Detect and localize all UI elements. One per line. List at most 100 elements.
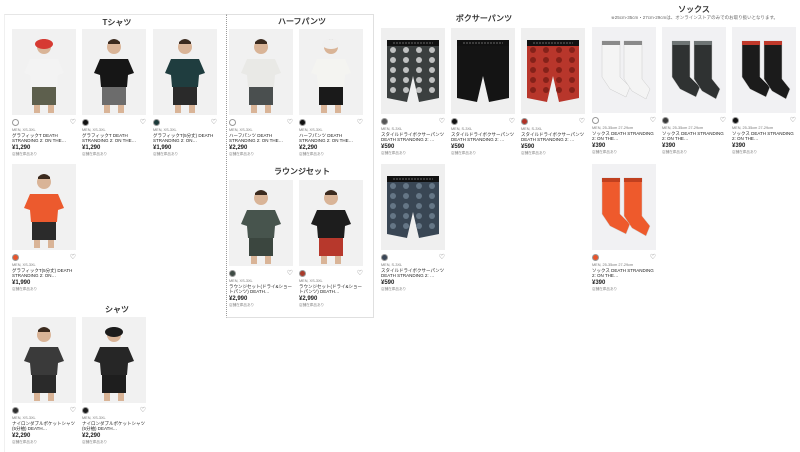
product-name[interactable]: ハーフパンツ DEATH STRANDING 2: ON THE… [299,133,363,144]
favorite-heart-icon[interactable]: ♡ [70,119,76,126]
color-swatch[interactable] [229,269,236,277]
product-card-tshirts[interactable]: ♡ MEN, XS-3XL グラフィックT DEATH STRANDING 2:… [82,29,146,157]
color-swatch[interactable] [299,269,306,277]
favorite-heart-icon[interactable]: ♡ [579,118,585,125]
favorite-heart-icon[interactable]: ♡ [720,117,726,124]
color-swatch[interactable] [12,118,19,126]
favorite-heart-icon[interactable]: ♡ [140,119,146,126]
color-swatch[interactable] [732,116,739,124]
color-swatch[interactable] [153,118,160,126]
color-swatch[interactable] [82,118,89,126]
color-swatch[interactable] [521,117,528,125]
product-card-socks[interactable]: ♡ MEN, 25-35cm 27-29cm ソックス DEATH STRAND… [662,27,726,155]
card-meta-row: ♡ [662,116,726,124]
color-swatch[interactable] [451,117,458,125]
card-meta-row: ♡ [381,117,445,125]
product-image[interactable] [299,29,363,115]
favorite-heart-icon[interactable]: ♡ [439,118,445,125]
product-name[interactable]: グラフィックT(5分丈) DEATH STRANDING 2: ON… [12,268,76,279]
product-card-boxers[interactable]: ♡ MEN, S-3XL スタイルドライボクサーパンツ DEATH STRAND… [381,28,445,156]
favorite-heart-icon[interactable]: ♡ [790,117,796,124]
product-image[interactable] [12,29,76,115]
product-card-tshirts[interactable]: ♡ MEN, XS-3XL グラフィックT(5分丈) DEATH STRANDI… [153,29,217,157]
product-image[interactable] [381,164,445,250]
product-name[interactable]: グラフィックT DEATH STRANDING 2: ON THE… [12,133,76,144]
favorite-heart-icon[interactable]: ♡ [140,407,146,414]
product-card-tshirts[interactable]: ♡ MEN, XS-3XL グラフィックT DEATH STRANDING 2:… [12,29,76,157]
product-image[interactable] [732,27,796,113]
product-image[interactable] [299,180,363,266]
product-price: ¥2,290 [229,145,248,151]
product-card-boxers[interactable]: ♡ MEN, S-3XL スタイルドライボクサーパンツ DEATH STRAND… [381,164,445,292]
favorite-heart-icon[interactable]: ♡ [439,254,445,261]
stock-note: 店舗在庫品あり [82,440,108,444]
product-image[interactable] [12,317,76,403]
product-name[interactable]: ソックス DEATH STRANDING 2: ON THE… [732,131,796,142]
product-name[interactable]: スタイルドライボクサーパンツ DEATH STRANDING 2: … [381,132,445,143]
product-card-shirts[interactable]: ♡ MEN, XS-3XL ナイロンダブルポケットシャツ(5分袖) DEATH…… [82,317,146,445]
product-image[interactable] [381,28,445,114]
product-image[interactable] [451,28,515,114]
favorite-heart-icon[interactable]: ♡ [357,119,363,126]
product-card-shorts[interactable]: ♡ MEN, XS-3XL ハーフパンツ DEATH STRANDING 2: … [229,29,293,157]
color-swatch[interactable] [381,253,388,261]
favorite-heart-icon[interactable]: ♡ [287,119,293,126]
favorite-heart-icon[interactable]: ♡ [70,407,76,414]
product-price: ¥590 [451,144,465,150]
card-meta-row: ♡ [299,118,363,126]
product-name[interactable]: ラウンジセット(ドライ&ショートパンツ) DEATH… [229,284,293,295]
color-swatch[interactable] [12,253,19,261]
favorite-heart-icon[interactable]: ♡ [650,254,656,261]
product-image[interactable] [229,29,293,115]
product-name[interactable]: ナイロンダブルポケットシャツ(5分袖) DEATH… [12,421,76,432]
product-image[interactable] [521,28,585,114]
color-swatch[interactable] [299,118,306,126]
favorite-heart-icon[interactable]: ♡ [650,117,656,124]
product-price: ¥2,990 [299,296,318,302]
favorite-heart-icon[interactable]: ♡ [287,270,293,277]
product-card-lounge[interactable]: ♡ MEN, XS-3XL ラウンジセット(ドライ&ショートパンツ) DEATH… [299,180,363,308]
product-name[interactable]: ソックス DEATH STRANDING 2: ON THE… [592,131,656,142]
product-card-tshirts[interactable]: ♡ MEN, XS-3XL グラフィックT(5分丈) DEATH STRANDI… [12,164,76,292]
product-name[interactable]: スタイルドライボクサーパンツ DEATH STRANDING 2: … [381,268,445,279]
color-swatch[interactable] [12,406,19,414]
product-name[interactable]: ラウンジセット(ドライ&ショートパンツ) DEATH… [299,284,363,295]
product-image[interactable] [12,164,76,250]
favorite-heart-icon[interactable]: ♡ [211,119,217,126]
color-swatch[interactable] [662,116,669,124]
product-name[interactable]: グラフィックT DEATH STRANDING 2: ON THE… [82,133,146,144]
favorite-heart-icon[interactable]: ♡ [70,254,76,261]
product-name[interactable]: ナイロンダブルポケットシャツ(5分袖) DEATH… [82,421,146,432]
product-card-socks[interactable]: ♡ MEN, 25-35cm 27-29cm ソックス DEATH STRAND… [732,27,796,155]
product-name[interactable]: ソックス DEATH STRANDING 2: ON THE… [592,268,656,279]
product-image[interactable] [82,29,146,115]
product-card-boxers[interactable]: ♡ MEN, S-3XL スタイルドライボクサーパンツ DEATH STRAND… [521,28,585,156]
product-card-socks[interactable]: ♡ MEN, 25-35cm 27-29cm ソックス DEATH STRAND… [592,164,656,292]
product-card-lounge[interactable]: ♡ MEN, XS-3XL ラウンジセット(ドライ&ショートパンツ) DEATH… [229,180,293,308]
product-image[interactable] [662,27,726,113]
color-swatch[interactable] [592,116,599,124]
product-name[interactable]: スタイルドライボクサーパンツ DEATH STRANDING 2: … [521,132,585,143]
favorite-heart-icon[interactable]: ♡ [357,270,363,277]
card-meta-row: ♡ [153,118,217,126]
product-name[interactable]: ハーフパンツ DEATH STRANDING 2: ON THE… [229,133,293,144]
product-image[interactable] [592,27,656,113]
product-name[interactable]: グラフィックT(5分丈) DEATH STRANDING 2: ON… [153,133,217,144]
product-card-boxers[interactable]: ♡ MEN, S-3XL スタイルドライボクサーパンツ DEATH STRAND… [451,28,515,156]
product-name[interactable]: スタイルドライボクサーパンツ DEATH STRANDING 2: … [451,132,515,143]
product-image[interactable] [82,317,146,403]
product-card-socks[interactable]: ♡ MEN, 25-35cm 27-29cm ソックス DEATH STRAND… [592,27,656,155]
color-swatch[interactable] [82,406,89,414]
color-swatch[interactable] [592,253,599,261]
product-image[interactable] [153,29,217,115]
product-name[interactable]: ソックス DEATH STRANDING 2: ON THE… [662,131,726,142]
card-meta-row: ♡ [229,269,293,277]
product-card-shorts[interactable]: ♡ MEN, XS-3XL ハーフパンツ DEATH STRANDING 2: … [299,29,363,157]
product-image[interactable] [229,180,293,266]
product-image[interactable] [592,164,656,250]
stock-note: 店舗在庫品あり [592,287,618,291]
favorite-heart-icon[interactable]: ♡ [509,118,515,125]
color-swatch[interactable] [381,117,388,125]
color-swatch[interactable] [229,118,236,126]
product-card-shirts[interactable]: ♡ MEN, XS-3XL ナイロンダブルポケットシャツ(5分袖) DEATH…… [12,317,76,445]
